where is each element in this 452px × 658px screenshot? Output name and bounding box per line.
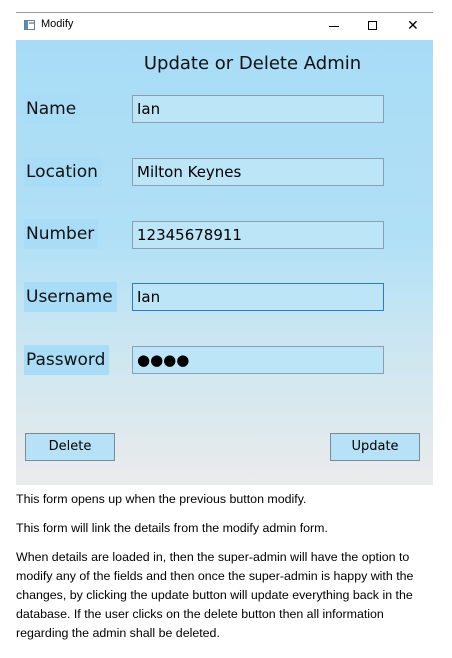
delete-button[interactable]: Delete <box>25 433 115 461</box>
username-label: Username <box>24 282 117 312</box>
location-label: Location <box>24 157 102 187</box>
minimize-button[interactable] <box>314 13 354 40</box>
location-field[interactable] <box>132 158 384 186</box>
username-field[interactable] <box>132 283 384 311</box>
close-button[interactable]: ✕ <box>393 13 433 40</box>
name-field[interactable] <box>132 95 384 123</box>
update-button[interactable]: Update <box>330 433 420 461</box>
name-label: Name <box>24 94 81 124</box>
maximize-button[interactable] <box>353 13 393 40</box>
number-field[interactable] <box>132 221 384 249</box>
description-text: This form opens up when the previous but… <box>16 490 431 653</box>
form-client-area: Update or Delete Admin Name Location Num… <box>16 40 433 485</box>
window-app-icon <box>24 20 35 30</box>
minimize-icon <box>329 26 339 27</box>
form-heading: Update or Delete Admin <box>143 53 362 74</box>
note-paragraph: This form will link the details from the… <box>16 521 328 535</box>
close-icon: ✕ <box>407 18 419 34</box>
modify-window: Modify ✕ Update or Delete Admin Name Loc… <box>16 12 433 485</box>
note-paragraph: This form opens up when the previous but… <box>16 492 307 506</box>
password-label: Password <box>24 345 110 375</box>
title-bar[interactable]: Modify ✕ <box>16 13 433 40</box>
number-label: Number <box>24 219 99 249</box>
maximize-icon <box>368 21 377 30</box>
window-title: Modify <box>41 18 74 30</box>
note-paragraph: When details are loaded in, then the sup… <box>16 550 414 640</box>
password-field[interactable] <box>132 346 384 374</box>
